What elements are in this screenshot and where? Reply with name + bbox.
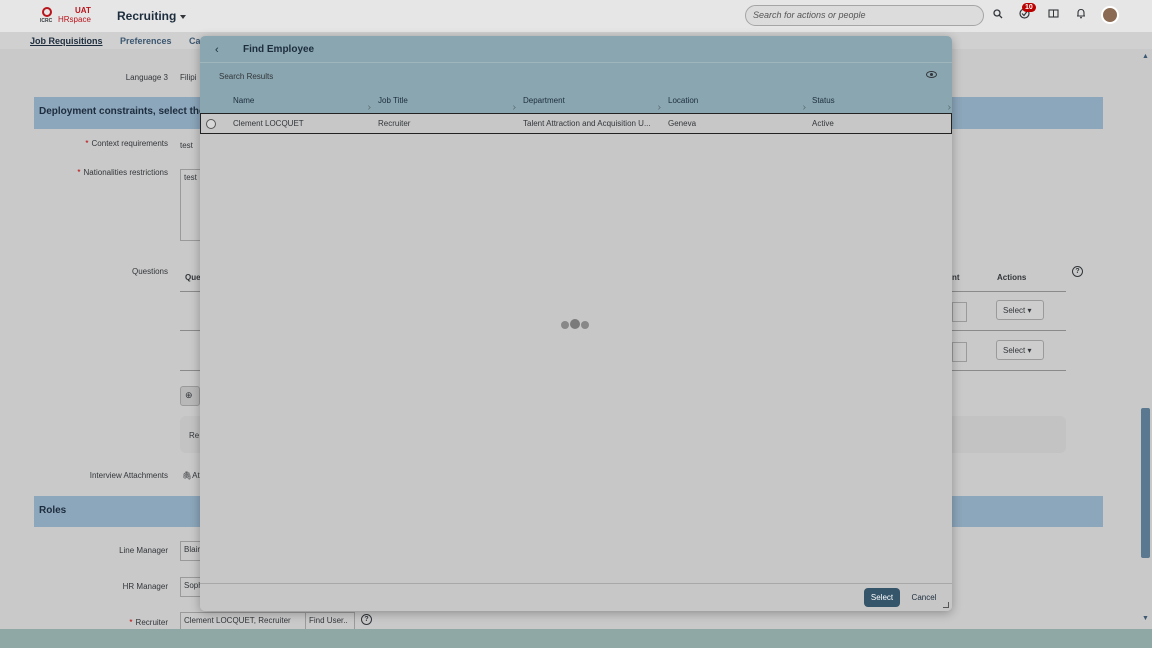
red-cross-emblem-icon	[42, 7, 52, 17]
add-question-button[interactable]: ⊕	[180, 386, 200, 406]
column-resize-icon[interactable]	[801, 105, 806, 110]
language3-value: Filipi	[180, 73, 197, 82]
interview-attachments-label: Interview Attachments	[89, 471, 168, 480]
help-icon[interactable]: ?	[1072, 266, 1083, 277]
busy-indicator	[561, 319, 590, 332]
row-select-radio[interactable]	[206, 119, 216, 129]
add-icon: ⊕	[185, 390, 193, 400]
nationalities-label: * Nationalities restrictions	[77, 168, 168, 177]
cell-status: Active	[812, 119, 834, 128]
scroll-up-icon[interactable]: ▲	[1142, 53, 1149, 60]
nav-job-requisitions[interactable]: Job Requisitions	[30, 36, 103, 46]
app-title: Recruiting	[117, 9, 177, 23]
back-chevron-icon[interactable]: ‹	[215, 44, 219, 56]
actions-col-header: Actions	[997, 273, 1027, 282]
column-resize-icon[interactable]	[511, 105, 516, 110]
col-status[interactable]: Status	[812, 96, 835, 105]
column-resize-icon[interactable]	[946, 105, 951, 110]
col-location[interactable]: Location	[668, 96, 698, 105]
cell-job-title: Recruiter	[378, 119, 411, 128]
column-resize-icon[interactable]	[366, 105, 371, 110]
paperclip-icon: 🖇	[182, 471, 193, 480]
logo-org: ICRC	[40, 18, 53, 24]
question-action-select[interactable]: Select ▾	[996, 340, 1044, 360]
search-icon[interactable]	[990, 8, 1006, 24]
col-name[interactable]: Name	[233, 96, 254, 105]
find-employee-dialog: ‹ Find Employee Search Results Name Job …	[200, 36, 952, 611]
bell-icon[interactable]	[1073, 8, 1089, 24]
info-panel-text: Re	[189, 431, 200, 440]
dialog-header: ‹ Find Employee	[200, 36, 952, 63]
notification-count-badge: 10	[1022, 3, 1036, 12]
shell-header: UAT ICRC HRspace Recruiting Search for a…	[0, 0, 1152, 32]
hr-manager-input[interactable]: Soph	[180, 577, 202, 597]
scroll-down-icon[interactable]: ▼	[1142, 615, 1149, 622]
questions-label: Questions	[131, 267, 168, 276]
results-table-header: Name Job Title Department Location Statu…	[200, 88, 952, 113]
cell-name: Clement LOCQUET	[233, 119, 304, 128]
nationalities-textarea[interactable]: test	[180, 169, 202, 241]
context-requirements-value: test	[180, 141, 193, 150]
points-col-header: nt	[952, 273, 960, 282]
nav-preferences[interactable]: Preferences	[120, 36, 172, 46]
app-logo[interactable]: UAT ICRC HRspace	[40, 6, 100, 26]
caret-down-icon	[180, 14, 187, 19]
context-requirements-label: * Context requirements	[85, 139, 168, 148]
reader-icon[interactable]	[1045, 8, 1061, 24]
scroll-thumb[interactable]	[1141, 408, 1150, 558]
points-input[interactable]	[952, 302, 967, 322]
cancel-button[interactable]: Cancel	[908, 588, 940, 607]
column-resize-icon[interactable]	[656, 105, 661, 110]
logo-text: HRspace	[58, 15, 91, 24]
page-footer	[0, 629, 1152, 648]
logo-env: UAT	[75, 6, 91, 15]
hr-manager-label: HR Manager	[122, 582, 168, 591]
results-title: Search Results	[219, 72, 274, 81]
search-input[interactable]: Search for actions or people	[745, 5, 984, 26]
points-input[interactable]	[952, 342, 967, 362]
dialog-title: Find Employee	[243, 44, 315, 55]
cell-department: Talent Attraction and Acquisition U...	[523, 119, 651, 128]
col-job-title[interactable]: Job Title	[378, 96, 408, 105]
nav-item-truncated[interactable]: Ca	[189, 36, 201, 46]
help-icon[interactable]: ?	[361, 614, 372, 625]
question-action-select[interactable]: Select ▾	[996, 300, 1044, 320]
recruiter-label: * Recruiter	[129, 618, 168, 627]
line-manager-input[interactable]: Blair	[180, 541, 202, 561]
select-button[interactable]: Select	[864, 588, 900, 607]
interview-attachments-link[interactable]: 🖇At	[182, 471, 200, 480]
user-avatar[interactable]	[1101, 6, 1119, 24]
line-manager-label: Line Manager	[119, 546, 168, 555]
app-title-menu[interactable]: Recruiting	[117, 9, 187, 23]
questions-col-header: Que	[185, 273, 201, 282]
results-toolbar: Search Results	[200, 63, 952, 88]
cell-location: Geneva	[668, 119, 697, 128]
col-department[interactable]: Department	[523, 96, 565, 105]
eye-icon[interactable]	[926, 71, 937, 78]
dialog-resize-handle[interactable]	[943, 602, 949, 608]
table-row[interactable]: Clement LOCQUET Recruiter Talent Attract…	[200, 113, 952, 134]
dialog-footer: Select Cancel	[200, 583, 952, 611]
language3-label: Language 3	[125, 73, 168, 82]
